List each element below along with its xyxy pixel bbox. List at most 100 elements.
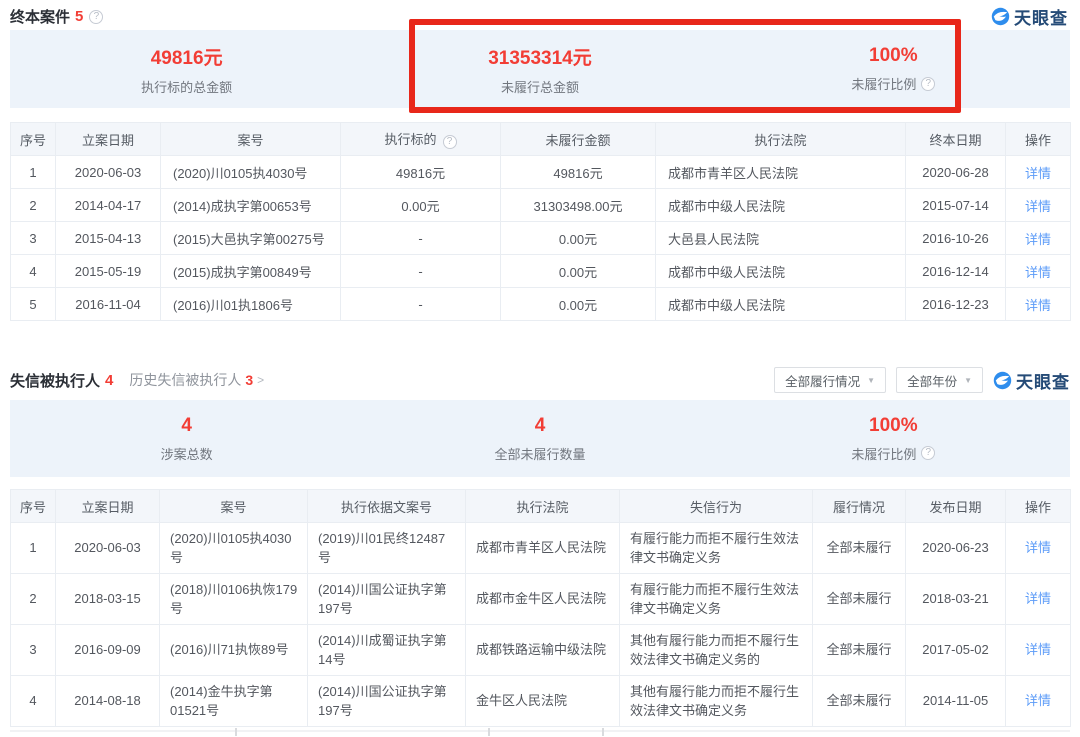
stat-value: 4: [535, 415, 546, 437]
detail-link[interactable]: 详情: [1025, 232, 1051, 247]
table-row: 32016-09-09(2016)川71执恢89号(2014)川成蜀证执字第14…: [11, 625, 1071, 676]
table-cell: 2015-07-14: [906, 189, 1006, 222]
table-cell: 全部未履行: [813, 676, 906, 727]
column-header: 案号: [161, 123, 341, 156]
column-header: 未履行金额: [501, 123, 656, 156]
column-header: 序号: [11, 490, 56, 523]
column-header: 操作: [1006, 490, 1071, 523]
help-icon[interactable]: ?: [921, 446, 935, 460]
table-cell: (2014)金牛执字第01521号: [160, 676, 308, 727]
history-dishonest-link[interactable]: 历史失信被执行人 3 >: [129, 370, 264, 390]
table-header-row: 序号立案日期案号执行依据文案号执行法院失信行为履行情况发布日期操作: [11, 490, 1071, 523]
stat-label: 未履行比例 ?: [851, 444, 935, 463]
table-cell: 0.00元: [501, 288, 656, 321]
table-row: 22014-04-17(2014)成执字第00653号0.00元31303498…: [11, 189, 1071, 222]
detail-link[interactable]: 详情: [1025, 298, 1051, 313]
help-icon[interactable]: ?: [89, 10, 103, 24]
table-cell: (2014)川成蜀证执字第14号: [308, 625, 466, 676]
action-cell: 详情: [1006, 523, 1071, 574]
table-row: 12020-06-03(2020)川0105执4030号49816元49816元…: [11, 156, 1071, 189]
table-cell: 成都铁路运输中级法院: [466, 625, 620, 676]
column-header-label: 案号: [220, 500, 246, 515]
table-cell: (2014)川国公证执字第197号: [308, 676, 466, 727]
column-header: 发布日期: [906, 490, 1006, 523]
stat-label: 执行标的总金额: [141, 77, 232, 96]
section-dishonest-title: 失信被执行人 4: [10, 370, 113, 391]
tianyancha-logo-text: 天眼查: [1016, 368, 1070, 393]
table-cell: 2015-04-13: [56, 222, 161, 255]
detail-link[interactable]: 详情: [1025, 199, 1051, 214]
dishonest-debtor-table: 序号立案日期案号执行依据文案号执行法院失信行为履行情况发布日期操作 12020-…: [10, 489, 1071, 727]
table-row: 42015-05-19(2015)成执字第00849号-0.00元成都市中级人民…: [11, 255, 1071, 288]
detail-link[interactable]: 详情: [1025, 591, 1051, 606]
legal-risk-page: 终本案件 5 ? 天眼查 49816元 执行标的总金额 31353314元 未履…: [0, 0, 1080, 737]
table-cell: 2015-05-19: [56, 255, 161, 288]
action-cell: 详情: [1006, 625, 1071, 676]
column-header-label: 执行标的: [384, 132, 436, 147]
final-cases-table: 序号立案日期案号执行标的?未履行金额执行法院终本日期操作 12020-06-03…: [10, 122, 1071, 321]
stat-unfulfilled-ratio: 100% 未履行比例 ?: [717, 415, 1070, 463]
table-row: 22018-03-15(2018)川0106执恢179号(2014)川国公证执字…: [11, 574, 1071, 625]
action-cell: 详情: [1006, 189, 1071, 222]
cropped-border-tick: [488, 728, 490, 736]
stat-label-text: 未履行比例: [851, 74, 916, 93]
detail-link[interactable]: 详情: [1025, 540, 1051, 555]
table-cell: (2018)川0106执恢179号: [160, 574, 308, 625]
filter-year-dropdown[interactable]: 全部年份 ▼: [896, 367, 983, 393]
stat-executed-target-total: 49816元 执行标的总金额: [10, 43, 363, 96]
action-cell: 详情: [1006, 222, 1071, 255]
table-cell: 1: [11, 523, 56, 574]
tianyancha-logo-icon: [991, 7, 1010, 26]
stat-all-unfulfilled-count: 4 全部未履行数量: [363, 415, 716, 463]
column-header: 执行依据文案号: [308, 490, 466, 523]
table-cell: 其他有履行能力而拒不履行生效法律文书确定义务的: [620, 625, 813, 676]
column-header-label: 序号: [20, 500, 46, 515]
detail-link[interactable]: 详情: [1025, 693, 1051, 708]
table-cell: 有履行能力而拒不履行生效法律文书确定义务: [620, 574, 813, 625]
final-cases-count-badge: 5: [75, 8, 83, 25]
table-row: 42014-08-18(2014)金牛执字第01521号(2014)川国公证执字…: [11, 676, 1071, 727]
table-cell: -: [341, 222, 501, 255]
filter-performance-label: 全部履行情况: [785, 371, 860, 390]
table-cell: 5: [11, 288, 56, 321]
table-row: 52016-11-04(2016)川01执1806号-0.00元成都市中级人民法…: [11, 288, 1071, 321]
stat-unfulfilled-ratio: 100% 未履行比例 ?: [717, 45, 1070, 93]
stat-total-cases: 4 涉案总数: [10, 415, 363, 463]
final-cases-title-text: 终本案件: [10, 6, 70, 27]
detail-link[interactable]: 详情: [1025, 642, 1051, 657]
table-cell: 4: [11, 255, 56, 288]
column-header: 立案日期: [56, 490, 160, 523]
detail-link[interactable]: 详情: [1025, 166, 1051, 181]
table-cell: 全部未履行: [813, 523, 906, 574]
column-header: 履行情况: [813, 490, 906, 523]
tianyancha-logo-text: 天眼查: [1014, 4, 1068, 29]
table-cell: 2016-12-14: [906, 255, 1006, 288]
table-cell: 成都市中级人民法院: [656, 288, 906, 321]
table-cell: (2015)成执字第00849号: [161, 255, 341, 288]
column-header: 执行标的?: [341, 123, 501, 156]
dishonest-count-badge: 4: [105, 372, 113, 389]
detail-link[interactable]: 详情: [1025, 265, 1051, 280]
stat-label: 涉案总数: [161, 444, 213, 463]
help-icon[interactable]: ?: [921, 77, 935, 91]
help-icon[interactable]: ?: [443, 135, 457, 149]
filter-performance-dropdown[interactable]: 全部履行情况 ▼: [774, 367, 886, 393]
column-header-label: 执行依据文案号: [341, 500, 432, 515]
table-cell: 成都市金牛区人民法院: [466, 574, 620, 625]
stat-value: 100%: [869, 45, 918, 67]
page-bottom-divider: [10, 730, 1070, 732]
table-cell: 49816元: [501, 156, 656, 189]
action-cell: 详情: [1006, 288, 1071, 321]
stat-value: 31353314元: [488, 43, 592, 70]
final-cases-stat-banner: 49816元 执行标的总金额 31353314元 未履行总金额 100% 未履行…: [10, 30, 1070, 108]
column-header-label: 失信行为: [690, 500, 742, 515]
dishonest-debtor-header-row: 失信被执行人 4 历史失信被执行人 3 > 全部履行情况 ▼ 全部年份 ▼ 天眼…: [10, 366, 1070, 394]
column-header: 操作: [1006, 123, 1071, 156]
table-cell: 3: [11, 625, 56, 676]
column-header-label: 案号: [237, 133, 263, 148]
section-final-cases-title: 终本案件 5 ?: [10, 6, 103, 27]
column-header-label: 执行法院: [754, 133, 806, 148]
dishonest-title-text: 失信被执行人: [10, 370, 100, 391]
table-cell: 2014-08-18: [56, 676, 160, 727]
table-cell: (2020)川0105执4030号: [161, 156, 341, 189]
